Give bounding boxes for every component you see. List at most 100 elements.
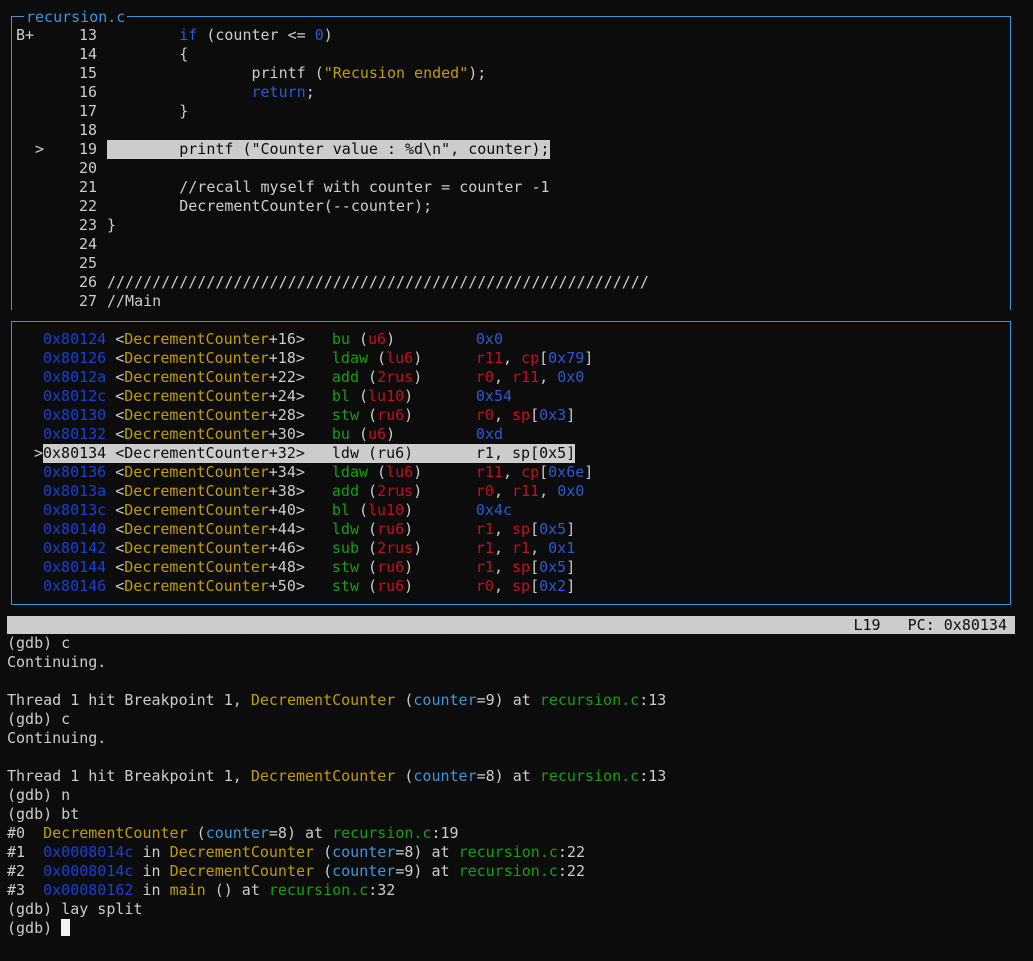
console-line: #2 0x0008014c in DecrementCounter (count…	[7, 862, 585, 881]
code-token: :19	[431, 824, 459, 842]
disasm-operand: ,	[493, 482, 513, 500]
disasm-operands: r11, cp[0x79]	[476, 349, 593, 367]
disasm-function: DecrementCounter	[124, 482, 269, 500]
disasm-function: DecrementCounter	[124, 368, 269, 386]
disasm-paren: (	[359, 539, 378, 557]
disasm-address: 0x8012c	[43, 387, 107, 405]
code-token: ////////////////////////////////////////…	[107, 273, 649, 291]
disasm-offset: +38	[268, 482, 296, 500]
disasm-bracket: >	[295, 520, 305, 538]
disasm-mnemonic-cell: bu (u6)	[332, 330, 476, 349]
code-token: in	[133, 862, 170, 880]
disasm-paren: )	[404, 577, 414, 595]
disasm-operand: 0x4c	[475, 501, 513, 519]
disasm-operand: ,	[493, 577, 513, 595]
disasm-bracket: <	[106, 577, 125, 595]
disasm-paren: )	[404, 406, 414, 424]
code-token: 0x0008014c	[43, 843, 134, 861]
disasm-line: 0x80142 <DecrementCounter+46> sub (2rus) r…	[43, 539, 575, 558]
disasm-mnemonic-cell: ldaw (lu6)	[332, 463, 476, 482]
disasm-address: 0x80130	[43, 406, 107, 424]
code-token: (	[187, 824, 206, 842]
line-number: 14	[79, 45, 98, 63]
disasm-mnemonic: bl	[331, 501, 350, 519]
disasm-operand: r0	[475, 406, 494, 424]
code-token: counter	[413, 767, 477, 785]
disasm-mnemonic-cell: stw (ru6)	[332, 406, 476, 425]
console-line: (gdb) c	[7, 710, 70, 729]
disasm-encoding: 2rus	[377, 368, 414, 386]
disasm-bracket: >	[295, 349, 305, 367]
disasm-operand: ]	[584, 349, 594, 367]
disasm-bracket: <	[106, 368, 125, 386]
disasm-mnemonic-cell: sub (2rus)	[332, 539, 476, 558]
current-instruction-marker: >	[34, 444, 44, 462]
disasm-paren: (	[368, 349, 387, 367]
disasm-paren: (	[359, 482, 378, 500]
disasm-function: DecrementCounter	[124, 577, 269, 595]
disasm-bracket: >	[295, 425, 305, 443]
disasm-line: 0x80134 <DecrementCounter+32> ldw (ru6) r1…	[43, 444, 576, 463]
disasm-paren: )	[386, 425, 396, 443]
text-cursor[interactable]	[61, 919, 71, 936]
disasm-encoding: u6	[368, 425, 387, 443]
code-token: recursion.c	[268, 881, 369, 899]
disasm-operand: ,	[493, 520, 513, 538]
disasm-paren: (	[359, 558, 378, 576]
disasm-paren: )	[413, 463, 423, 481]
code-token: :13	[639, 691, 667, 709]
console-line: (gdb) c	[7, 634, 70, 653]
disasm-offset: +48	[268, 558, 296, 576]
code-token: (	[395, 767, 414, 785]
code-token: printf (	[107, 64, 324, 82]
disasm-paren: )	[404, 444, 414, 462]
disasm-operand: ]	[566, 577, 576, 595]
code-token: main	[169, 881, 206, 899]
disasm-offset: +40	[268, 501, 296, 519]
disasm-operands: r1, sp[0x5]	[476, 520, 575, 538]
disasm-function: DecrementCounter	[124, 349, 269, 367]
code-token: recursion.c	[332, 824, 432, 842]
disasm-offset: +32	[268, 444, 296, 462]
console-line: Continuing.	[7, 729, 106, 748]
code-token: //Main	[107, 292, 162, 310]
disasm-operands: r1, r1, 0x1	[476, 539, 575, 557]
disasm-operand: cp	[521, 463, 540, 481]
code-token: () at	[205, 881, 269, 899]
code-token: recursion.c	[539, 767, 640, 785]
console-line: Thread 1 hit Breakpoint 1, DecrementCoun…	[7, 691, 666, 710]
code-token: =8) at	[395, 843, 459, 861]
code-token: counter	[332, 862, 396, 880]
disasm-bracket: <	[106, 425, 125, 443]
disasm-mnemonic-cell: add (2rus)	[332, 368, 476, 387]
disasm-paren: )	[404, 387, 414, 405]
disasm-line: 0x8012a <DecrementCounter+22> add (2rus) r…	[43, 368, 584, 387]
disasm-line: 0x80124 <DecrementCounter+16> bu (u6) 0x0	[43, 330, 503, 349]
source-code: //recall myself with counter = counter -…	[107, 178, 549, 197]
disasm-bracket: <	[106, 463, 125, 481]
disasm-paren: )	[404, 520, 414, 538]
disasm-bracket: <	[106, 520, 125, 538]
code-token: 0x0008014c	[43, 862, 134, 880]
code-token: (gdb) c	[7, 710, 71, 728]
line-number: 16	[79, 83, 98, 101]
disasm-operand: ,	[493, 558, 513, 576]
disasm-operand: 0x5	[539, 520, 567, 538]
disasm-mnemonic: bu	[331, 425, 350, 443]
disasm-function: DecrementCounter	[124, 387, 269, 405]
disasm-offset: +28	[268, 406, 296, 424]
code-token: recursion.c	[539, 691, 640, 709]
code-token: DecrementCounter	[169, 862, 315, 880]
code-token: in	[133, 843, 170, 861]
disasm-operand: ,	[503, 463, 522, 481]
code-token: counter	[332, 843, 396, 861]
disasm-bracket: <	[106, 539, 125, 557]
disasm-operand: 0x1	[548, 539, 576, 557]
status-right: L19 PC: 0x80134	[853, 616, 1007, 634]
disasm-mnemonic-cell: ldw (ru6)	[332, 520, 476, 539]
code-token: (	[314, 843, 333, 861]
disasm-paren: )	[404, 501, 414, 519]
disasm-address: 0x80124	[43, 330, 107, 348]
disasm-function: DecrementCounter	[124, 425, 269, 443]
